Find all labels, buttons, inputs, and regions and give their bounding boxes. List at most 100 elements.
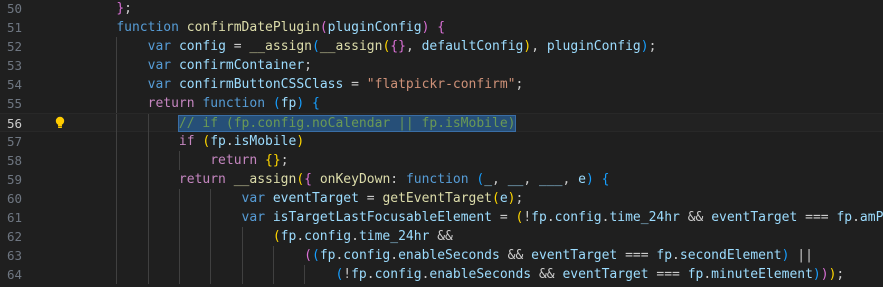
code-token: fp (280, 96, 297, 111)
code-token: ( (319, 20, 328, 35)
code-token: . (703, 267, 712, 282)
code-token: getEventTarget (382, 191, 493, 206)
selected-comment: // if (fp.config.noCalendar || fp.isMobi… (177, 115, 517, 132)
code-token: ) (296, 134, 305, 149)
code-token: fp (319, 248, 336, 263)
code-token: , (405, 39, 422, 54)
line-number: 51 (6, 20, 22, 35)
code-token: . (366, 267, 375, 282)
line-number: 56 (6, 116, 22, 131)
code-token: : (390, 172, 406, 187)
code-line[interactable]: 58 return {}; (0, 151, 883, 170)
code-token: secondElement (679, 248, 782, 263)
line-number: 62 (6, 229, 22, 244)
code-token: ; (280, 153, 289, 168)
code-line[interactable]: 63 ((fp.config.enableSeconds && eventTar… (0, 246, 883, 265)
code-token: ; (515, 77, 524, 92)
code-token: __assign (319, 39, 383, 54)
code-line[interactable]: 54 var confirmButtonCSSClass = "flatpick… (0, 75, 883, 94)
code-token: var (241, 210, 266, 225)
code-token: ( (492, 191, 500, 206)
code-token: fp (210, 134, 226, 149)
code-line[interactable]: 61 var isTargetLastFocusableElement = (!… (0, 208, 883, 227)
code-line[interactable]: 52 var config = __assign(__assign({}, de… (0, 37, 883, 56)
lightbulb-icon[interactable] (55, 116, 65, 129)
code-text: // if (fp.config.noCalendar || fp.isMobi… (85, 114, 517, 133)
code-line[interactable]: 62 (fp.config.time_24hr && (0, 227, 883, 246)
code-text: var config = __assign(__assign({}, defau… (85, 37, 657, 56)
code-line[interactable]: 51 function confirmDatePlugin(pluginConf… (0, 18, 883, 37)
code-token: = (343, 77, 367, 92)
code-token: return (178, 172, 226, 187)
code-token: var (241, 191, 266, 206)
line-number: 57 (6, 134, 22, 149)
code-token: __ (507, 172, 524, 187)
code-token: ; (304, 58, 312, 73)
code-token: onKeyDown (319, 172, 391, 187)
code-token: . (852, 210, 860, 225)
code-token: ; (124, 1, 132, 16)
code-line[interactable]: 64 (!fp.config.enableSeconds && eventTar… (0, 265, 883, 284)
code-token: {} (390, 39, 406, 54)
code-line[interactable]: 50 }; (0, 0, 883, 18)
code-text: var eventTarget = getEventTarget(e); (85, 189, 524, 208)
code-token: ) (585, 172, 594, 187)
code-token: ) (812, 267, 821, 282)
code-editor[interactable]: 50 }; 51 function confirmDatePlugin(plugi… (0, 0, 883, 287)
code-token: confirmButtonCSSClass (178, 77, 344, 92)
code-token: === (797, 210, 837, 225)
code-text: var isTargetLastFocusableElement = (!fp.… (85, 208, 883, 227)
code-token: eventTarget (711, 210, 798, 225)
code-token: === (617, 248, 657, 263)
code-token: fp (836, 210, 853, 225)
code-line[interactable]: 53 var confirmContainer; (0, 56, 883, 75)
code-token: time_24hr (358, 229, 430, 244)
code-token: . (672, 248, 680, 263)
code-token: ) (296, 96, 305, 111)
code-token: return (147, 96, 195, 111)
code-token: __assign (233, 172, 297, 187)
line-number: 61 (6, 210, 22, 225)
code-token: eventTarget (531, 248, 618, 263)
code-line[interactable]: 55 return function (fp) { (0, 94, 883, 113)
code-token: function (405, 172, 469, 187)
code-line[interactable]: 60 var eventTarget = getEventTarget(e); (0, 189, 883, 208)
code-token: ( (311, 248, 320, 263)
code-token: isMobile (233, 134, 297, 149)
code-token: function (116, 20, 179, 35)
code-token: "flatpickr-confirm" (366, 77, 516, 92)
code-token: . (296, 229, 305, 244)
code-text: (fp.config.time_24hr && (85, 227, 453, 246)
line-number: 55 (6, 96, 22, 111)
code-line[interactable]: 56 // if (fp.config.noCalendar || fp.isM… (0, 113, 883, 133)
code-token: ) (640, 39, 649, 54)
code-token: = (492, 210, 516, 225)
code-line[interactable]: 57 if (fp.isMobile) (0, 132, 883, 151)
code-line[interactable]: 59 return __assign({ onKeyDown: function… (0, 170, 883, 189)
code-token: var (147, 39, 172, 54)
code-token: || (789, 248, 813, 263)
code-text: return __assign({ onKeyDown: function (_… (85, 170, 610, 189)
code-token: fp (351, 267, 367, 282)
code-token: ) (523, 39, 532, 54)
code-token: pluginConfig (546, 39, 641, 54)
code-token: ! (343, 267, 352, 282)
code-text: function confirmDatePlugin(pluginConfig)… (85, 18, 445, 37)
line-number: 54 (6, 77, 22, 92)
code-token: config (374, 267, 422, 282)
